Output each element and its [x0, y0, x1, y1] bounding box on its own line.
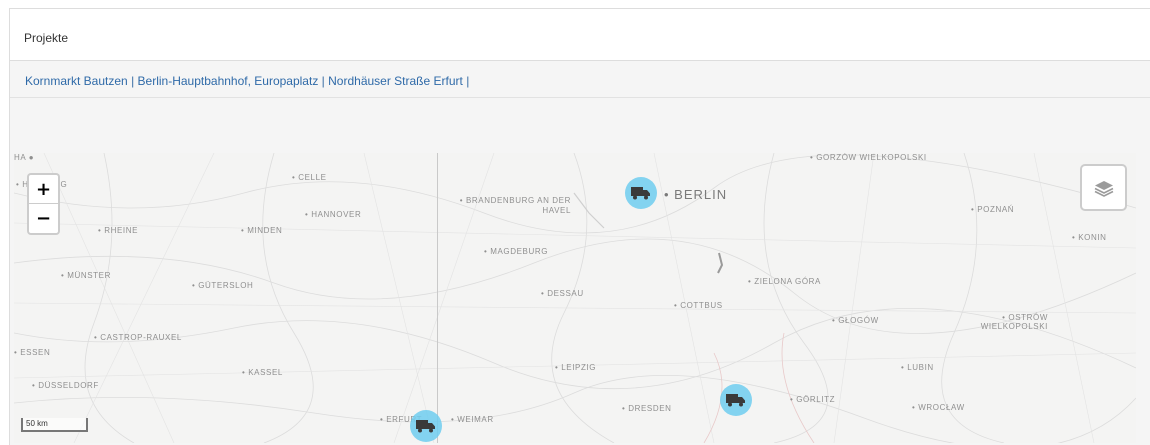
city-label: • GÖRLITZ [790, 395, 836, 404]
project-link-bautzen[interactable]: Kornmarkt Bautzen [25, 74, 128, 88]
project-list: Kornmarkt Bautzen | Berlin-Hauptbahnhof,… [10, 61, 1150, 98]
separator: | [466, 74, 470, 88]
city-label: • WROCŁAW [912, 403, 965, 412]
city-label: • LUBIN [901, 363, 934, 372]
map-scale: 50 km [21, 418, 88, 432]
project-marker-bautzen[interactable] [720, 384, 752, 416]
project-link-erfurt[interactable]: Nordhäuser Straße Erfurt [328, 74, 463, 88]
truck-icon [631, 187, 650, 200]
zoom-out-button[interactable]: − [29, 204, 58, 233]
city-label: • KASSEL [242, 368, 283, 377]
city-label: HA ● [14, 153, 35, 162]
city-label: • MINDEN [241, 226, 283, 235]
truck-icon [726, 394, 745, 407]
city-label: • BERLIN [664, 187, 728, 202]
city-label: • DESSAU [541, 289, 584, 298]
city-label: • CELLE [292, 173, 327, 182]
map-base [14, 153, 1136, 443]
city-label: • ZIELONA GÓRA [748, 277, 821, 286]
city-label: • HANNOVER [305, 210, 362, 219]
project-map[interactable]: HA ● • HAMBURG • CELLE • HANNOVER • RHEI… [14, 153, 1136, 443]
city-label: • GŁOGÓW [832, 316, 879, 325]
separator: | [321, 74, 325, 88]
city-label: • KONIN [1072, 233, 1107, 242]
city-label: • CASTROP-RAUXEL [94, 333, 182, 342]
city-label: • WEIMAR [451, 415, 494, 424]
project-link-berlin[interactable]: Berlin-Hauptbahnhof, Europaplatz [138, 74, 319, 88]
city-label: • OSTRÓW WIELKOPOLSKI [980, 313, 1048, 331]
city-label: • LEIPZIG [555, 363, 597, 372]
city-label: • DÜSSELDORF [32, 381, 99, 390]
separator: | [131, 74, 135, 88]
panel-title: Projekte [10, 9, 1150, 61]
city-label: • MAGDEBURG [484, 247, 549, 256]
project-marker-berlin[interactable] [625, 177, 657, 209]
tile-seam [437, 153, 438, 443]
city-label: • BRANDENBURG AN DER HAVEL [459, 196, 571, 215]
city-label: • DRESDEN [622, 404, 672, 413]
zoom-in-button[interactable]: + [29, 175, 58, 204]
city-label: • POZNAŃ [971, 205, 1015, 214]
zoom-control: + − [27, 173, 60, 235]
city-label: • ESSEN [14, 348, 51, 357]
city-label: • RHEINE [98, 226, 139, 235]
layers-icon [1094, 181, 1114, 197]
city-label: • GÜTERSLOH [192, 281, 254, 290]
layers-button[interactable] [1080, 164, 1127, 211]
city-label: • MÜNSTER [61, 271, 111, 280]
truck-icon [416, 420, 435, 433]
city-label: • GORZÓW WIELKOPOLSKI [810, 153, 927, 162]
city-label: • COTTBUS [674, 301, 723, 310]
project-marker-erfurt[interactable] [410, 410, 442, 442]
